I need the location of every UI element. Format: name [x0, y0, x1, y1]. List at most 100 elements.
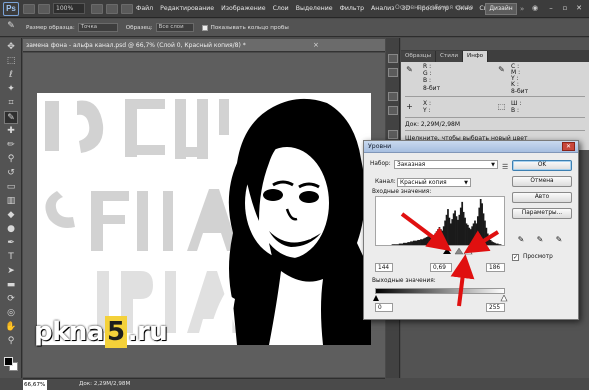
crop-tool-icon[interactable]: ⌗: [4, 97, 18, 110]
document-canvas[interactable]: [37, 93, 371, 345]
quick-select-tool-icon[interactable]: ✦: [4, 83, 18, 96]
pen-tool-icon[interactable]: ✒: [4, 237, 18, 250]
brush-tool-icon[interactable]: ✏: [4, 139, 18, 152]
menu-file[interactable]: Файл: [136, 5, 153, 12]
rgb-eyedropper-icon[interactable]: ✎: [405, 65, 414, 74]
status-doc-size[interactable]: Док: 2,29M/2,98M: [79, 381, 130, 387]
input-black-field[interactable]: 144: [375, 263, 393, 272]
cmyk-eyedropper-icon[interactable]: ✎: [497, 65, 506, 74]
info-separator: [405, 96, 585, 97]
3d-camera-icon[interactable]: ◎: [4, 307, 18, 320]
workspace-label[interactable]: Основная рабочая среда: [395, 4, 474, 11]
actions-panel-icon[interactable]: [388, 68, 398, 77]
output-white-slider[interactable]: [500, 295, 508, 302]
paragraph-panel-icon[interactable]: [388, 106, 398, 115]
eraser-tool-icon[interactable]: ▭: [4, 181, 18, 194]
zoom-tool-icon[interactable]: ⚲: [4, 335, 18, 348]
cancel-button[interactable]: Отмена: [512, 176, 572, 187]
more-workspaces-icon[interactable]: »: [520, 5, 524, 13]
restore-icon[interactable]: ▫: [559, 3, 571, 13]
eyedropper-tool-icon[interactable]: ✎: [4, 111, 18, 124]
healing-brush-icon[interactable]: ✚: [4, 125, 18, 138]
minimize-icon[interactable]: –: [545, 3, 557, 13]
type-tool-icon[interactable]: T: [4, 251, 18, 264]
dialog-title-bar[interactable]: Уровни ✕: [364, 141, 578, 153]
input-white-field[interactable]: 186: [486, 263, 505, 272]
info-w-label: Ш :: [511, 100, 522, 107]
tab-info[interactable]: Инфо: [463, 51, 489, 62]
close-icon[interactable]: ✕: [573, 3, 585, 13]
tab-swatches[interactable]: Образцы: [401, 51, 437, 62]
dodge-tool-icon[interactable]: ●: [4, 223, 18, 236]
tools-panel: ✥ ⬚ ℓ ✦ ⌗ ✎ ✚ ✏ ⚲ ↺ ▭ ▥ ◆ ● ✒ T ➤ ▬ ⟳ ◎ …: [0, 38, 22, 378]
show-ring-checkbox[interactable]: [201, 24, 208, 31]
auto-button[interactable]: Авто: [512, 192, 572, 203]
output-black-field[interactable]: 0: [375, 303, 393, 312]
gray-point-eyedropper-icon[interactable]: ✎: [535, 235, 545, 245]
watermark-part-3: .ru: [127, 317, 168, 347]
preset-select[interactable]: Заказная ▼: [394, 160, 498, 169]
info-r-label: R :: [423, 63, 432, 70]
preset-label: Набор:: [370, 161, 391, 167]
lasso-tool-icon[interactable]: ℓ: [4, 69, 18, 82]
3d-rotate-icon[interactable]: ⟳: [4, 293, 18, 306]
document-tab[interactable]: замена фона - альфа канал.psd @ 66,7% (С…: [23, 39, 385, 52]
close-document-icon[interactable]: ×: [313, 41, 319, 49]
clone-stamp-icon[interactable]: ⚲: [4, 153, 18, 166]
marquee-tool-icon[interactable]: ⬚: [4, 55, 18, 68]
watermark-part-2: 5: [104, 316, 127, 348]
history-brush-icon[interactable]: ↺: [4, 167, 18, 180]
cs-live-icon[interactable]: ◉: [532, 4, 540, 13]
design-workspace-button[interactable]: Дизайн: [485, 3, 517, 15]
menu-edit[interactable]: Редактирование: [160, 5, 214, 12]
eyedropper-tool-icon[interactable]: ✎: [4, 21, 18, 35]
white-point-eyedropper-icon[interactable]: ✎: [554, 235, 564, 245]
photoshop-logo: Ps: [3, 1, 19, 16]
hand-tool-icon[interactable]: ✋: [4, 321, 18, 334]
ok-button[interactable]: OK: [512, 160, 572, 171]
sample-layers-select[interactable]: Все слои: [155, 23, 194, 32]
sample-size-select[interactable]: Точка: [77, 23, 118, 32]
black-point-eyedropper-icon[interactable]: ✎: [516, 235, 526, 245]
bridge-icon[interactable]: [23, 3, 35, 14]
blur-tool-icon[interactable]: ◆: [4, 209, 18, 222]
menu-select[interactable]: Выделение: [296, 5, 333, 12]
histogram-graph: [391, 199, 502, 246]
preview-checkbox[interactable]: ✓: [512, 254, 519, 261]
minibridge-icon[interactable]: [38, 3, 50, 14]
info-bit-left: 8-бит: [423, 85, 441, 92]
layers-panel-icon[interactable]: [388, 130, 398, 139]
arrange-documents-icon[interactable]: [106, 3, 118, 14]
menu-layers[interactable]: Слои: [273, 5, 289, 12]
menu-filter[interactable]: Фильтр: [340, 5, 364, 12]
path-select-icon[interactable]: ➤: [4, 265, 18, 278]
input-white-slider[interactable]: [463, 247, 473, 255]
shape-tool-icon[interactable]: ▬: [4, 279, 18, 292]
input-gamma-field[interactable]: 0,69: [430, 263, 452, 272]
info-x-label: X :: [423, 100, 432, 107]
hand-tool-icon[interactable]: [91, 3, 103, 14]
screen-mode-icon[interactable]: [121, 3, 133, 14]
preset-options-icon[interactable]: ☰: [502, 163, 510, 171]
tab-styles[interactable]: Стили: [436, 51, 464, 62]
move-tool-icon[interactable]: ✥: [4, 41, 18, 54]
input-black-slider[interactable]: [443, 248, 451, 254]
status-zoom-field[interactable]: 66,67%: [23, 380, 47, 390]
input-gamma-slider[interactable]: [454, 247, 464, 255]
menu-analysis[interactable]: Анализ: [371, 5, 394, 12]
close-icon[interactable]: ✕: [562, 142, 575, 151]
preset-value: Заказная: [397, 162, 426, 168]
input-slider-track[interactable]: [375, 247, 505, 255]
output-white-field[interactable]: 255: [486, 303, 505, 312]
zoom-level-select[interactable]: 100%: [53, 3, 85, 14]
options-button[interactable]: Параметры...: [512, 208, 572, 219]
history-panel-icon[interactable]: [388, 54, 398, 63]
gradient-tool-icon[interactable]: ▥: [4, 195, 18, 208]
menu-image[interactable]: Изображение: [221, 5, 266, 12]
foreground-color-swatch[interactable]: [4, 357, 13, 366]
character-panel-icon[interactable]: [388, 92, 398, 101]
channel-select[interactable]: Красный копия ▼: [397, 178, 471, 187]
panel-tabs: Образцы Стили Инфо: [401, 50, 589, 62]
output-slider-track[interactable]: [373, 295, 509, 302]
output-black-slider[interactable]: [373, 295, 379, 301]
